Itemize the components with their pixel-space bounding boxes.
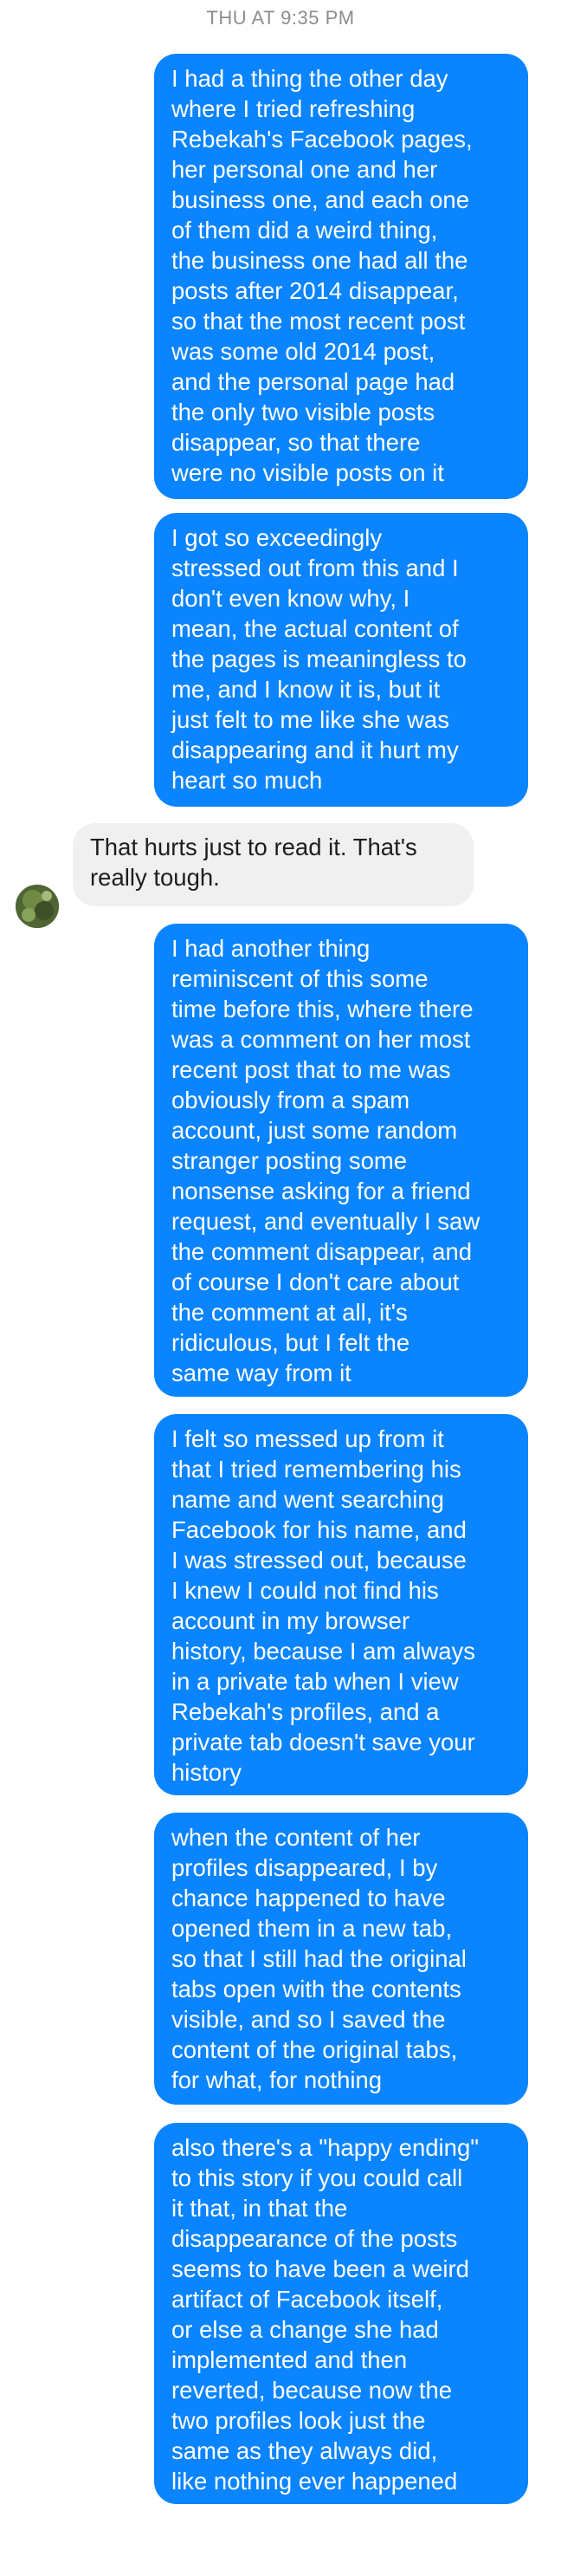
incoming-message-bubble[interactable]: That hurts just to read it. That's reall… xyxy=(73,823,474,906)
outgoing-message-bubble[interactable]: I had a thing the other day where I trie… xyxy=(154,54,528,499)
avatar-icon xyxy=(16,885,59,928)
contact-avatar-icon[interactable] xyxy=(16,885,59,928)
outgoing-message-bubble[interactable]: also there's a "happy ending" to this st… xyxy=(154,2123,528,2504)
outgoing-message-bubble[interactable]: I felt so messed up from it that I tried… xyxy=(154,1414,528,1795)
outgoing-message-bubble[interactable]: I had another thing reminiscent of this … xyxy=(154,924,528,1397)
outgoing-message-bubble[interactable]: when the content of her profiles disappe… xyxy=(154,1813,528,2105)
outgoing-message-bubble[interactable]: I got so exceedingly stressed out from t… xyxy=(154,513,528,807)
message-timestamp: THU AT 9:35 PM xyxy=(206,7,355,29)
